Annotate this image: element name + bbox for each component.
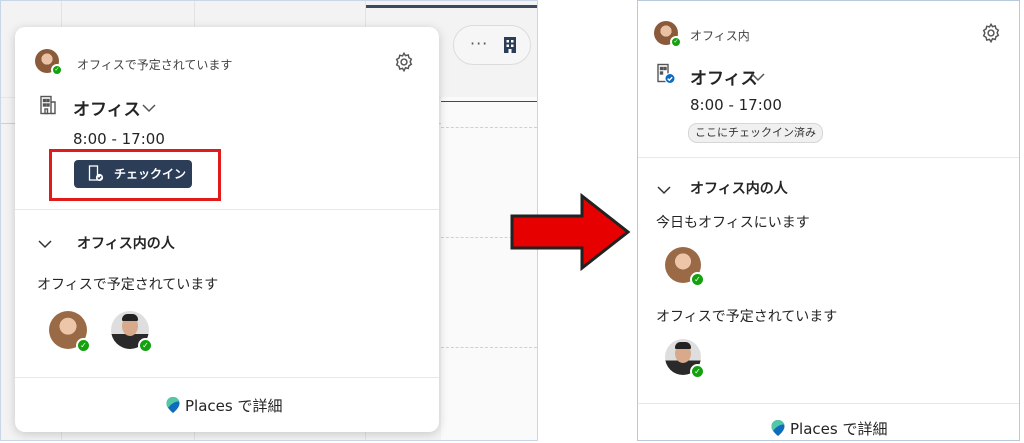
avatar-person-1[interactable]: ✓	[665, 247, 705, 287]
places-logo-icon	[165, 396, 181, 418]
avatar-user: ✓	[35, 49, 63, 76]
chevron-down-icon[interactable]	[656, 181, 672, 200]
after-screenshot: ✓ オフィス内 オフィス 8:00 - 17:00 ここにチェックイン済み オフ…	[637, 0, 1020, 441]
chevron-down-icon[interactable]	[750, 68, 766, 87]
presence-icon: ✓	[138, 338, 153, 353]
time-range: 8:00 - 17:00	[690, 96, 782, 114]
presence-icon: ✓	[76, 338, 91, 353]
scheduled-label: オフィスで予定されています	[656, 309, 838, 325]
avatar-user: ✓	[654, 21, 682, 48]
arrow-right-icon	[510, 192, 631, 272]
people-section-title[interactable]: オフィス内の人	[77, 233, 175, 253]
places-link-suffix: で詳細	[232, 397, 283, 415]
toolbar-pill[interactable]: ···	[453, 25, 531, 65]
avatar-person-1[interactable]: ✓	[49, 311, 91, 353]
more-icon[interactable]: ···	[470, 34, 488, 53]
places-logo-icon	[770, 419, 786, 440]
presence-icon: ✓	[690, 364, 705, 379]
gear-icon[interactable]	[980, 22, 1002, 48]
scheduled-label: オフィスで予定されています	[37, 277, 219, 293]
location-title[interactable]: オフィス	[690, 64, 758, 89]
time-range: 8:00 - 17:00	[73, 130, 165, 148]
status-text: オフィス内	[690, 29, 750, 43]
building-icon	[656, 63, 676, 89]
avatar-person-2[interactable]: ✓	[665, 339, 705, 379]
status-text: オフィスで予定されています	[77, 58, 233, 72]
checked-in-chip: ここにチェックイン済み	[688, 123, 823, 143]
today-label: 今日もオフィスにいます	[656, 215, 810, 231]
location-title[interactable]: オフィス	[73, 95, 141, 120]
places-link-suffix: で詳細	[837, 420, 888, 438]
highlight-box	[49, 149, 221, 201]
chevron-down-icon[interactable]	[37, 235, 53, 254]
before-screenshot: ··· ✓ オフィスで予定されています オフィス 8:00 - 17:00 チェ…	[0, 0, 538, 441]
location-card: ✓ オフィスで予定されています オフィス 8:00 - 17:00 チェックイン…	[15, 27, 439, 432]
places-link[interactable]: Places で詳細	[165, 395, 282, 418]
people-section-title[interactable]: オフィス内の人	[690, 178, 788, 198]
gear-icon[interactable]	[393, 51, 415, 77]
places-link[interactable]: Places で詳細	[770, 418, 888, 440]
places-link-brand: Places	[185, 397, 233, 415]
avatar-person-2[interactable]: ✓	[111, 311, 153, 353]
presence-icon: ✓	[51, 64, 63, 76]
places-link-brand: Places	[790, 420, 838, 438]
presence-icon: ✓	[690, 272, 705, 287]
presence-icon: ✓	[670, 36, 682, 48]
building-icon[interactable]	[502, 36, 518, 58]
chevron-down-icon[interactable]	[141, 99, 157, 118]
building-icon	[39, 95, 57, 119]
